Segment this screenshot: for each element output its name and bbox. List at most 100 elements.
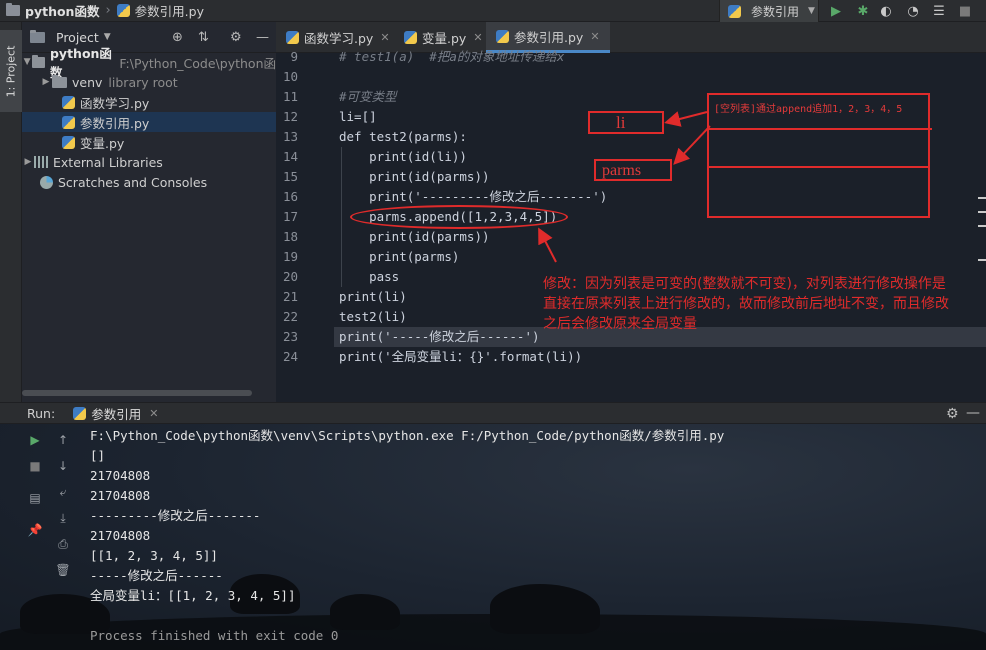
horizontal-scrollbar[interactable] <box>22 390 252 396</box>
tab-label: 函数学习.py <box>304 31 374 46</box>
tree-item-label: External Libraries <box>53 154 163 170</box>
annotation-li-box: li <box>588 111 664 134</box>
gear-icon[interactable]: ⚙ <box>230 30 242 45</box>
annotation-divider <box>707 166 930 168</box>
coverage-icon[interactable]: ◐ <box>878 3 894 19</box>
stop-icon[interactable]: ■ <box>27 458 43 474</box>
run-configuration-select[interactable]: 参数引用 ▼ <box>719 0 819 22</box>
console-output-line: 21704808 <box>90 468 151 483</box>
project-tool-tab-label: 1: Project <box>4 45 18 97</box>
print-icon[interactable]: ⎙ <box>55 536 71 552</box>
debug-icon[interactable]: ✱ <box>855 3 871 19</box>
line-number: 13 <box>282 129 298 144</box>
tree-item-file-selected[interactable]: 参数引用.py <box>22 112 276 132</box>
close-icon[interactable]: ✕ <box>473 31 482 44</box>
annotation-divider <box>707 128 932 130</box>
run-toolbar: ▶ ↑ ■ ↓ ⤶ ▤ ⤓ 📌 ⎙ 🗑 <box>22 424 79 650</box>
folder-icon <box>32 54 45 68</box>
scroll-to-end-icon[interactable]: ⤓ <box>55 510 71 526</box>
chevron-right-icon[interactable]: ▶ <box>22 157 34 167</box>
tree-item-path: F:\Python_Code\python函 <box>119 55 276 71</box>
line-number: 24 <box>282 349 298 364</box>
tree-item-label: 变量.py <box>80 135 125 151</box>
code-line: # test1(a) #把a的对象地址传递给x <box>339 49 565 64</box>
console-output-line: [[1, 2, 3, 4, 5]] <box>90 548 218 563</box>
tree-item-file[interactable]: 变量.py <box>22 132 276 152</box>
tab-label: 变量.py <box>422 31 467 46</box>
line-number: 14 <box>282 149 298 164</box>
line-number: 20 <box>282 269 298 284</box>
code-line: print('---------修改之后-------') <box>339 189 608 204</box>
console-output-line: ---------修改之后------- <box>90 508 261 523</box>
breadcrumb-file[interactable]: 参数引用.py <box>135 1 204 20</box>
rerun-icon[interactable]: ▶ <box>27 432 43 448</box>
line-number: 16 <box>282 189 298 204</box>
tree-item-label: venv <box>72 74 103 90</box>
run-icon[interactable]: ▶ <box>828 3 844 19</box>
console-output-line: 21704808 <box>90 528 151 543</box>
line-number: 11 <box>282 89 298 104</box>
tree-item-scratches[interactable]: Scratches and Consoles <box>22 172 276 192</box>
code-line: print(id(li)) <box>339 149 467 164</box>
line-number: 17 <box>282 209 298 224</box>
folder-icon <box>52 74 67 88</box>
close-icon[interactable]: ✕ <box>149 407 158 420</box>
run-panel-title: Run: <box>27 405 56 421</box>
python-file-icon <box>286 31 299 44</box>
code-line: print(parms) <box>339 249 460 264</box>
breadcrumb-project[interactable]: python函数 <box>25 1 99 20</box>
close-icon[interactable]: ✕ <box>380 31 389 44</box>
console-output-line: [] <box>90 448 106 463</box>
run-tab[interactable]: 参数引用 ✕ <box>73 404 158 423</box>
chevron-down-icon[interactable]: ▼ <box>22 57 32 67</box>
locate-icon[interactable]: ⊕ <box>172 30 183 45</box>
pin-icon[interactable]: 📌 <box>27 522 43 538</box>
scratches-icon <box>40 175 53 189</box>
collapse-all-icon[interactable]: ⇅ <box>198 30 209 45</box>
annotation-ellipse <box>350 205 568 229</box>
annotation-explanation-line: 直接在原来列表上进行修改的，故而修改前后地址不变，而且修改 <box>543 296 949 312</box>
project-tool-tab[interactable]: 1: Project <box>0 30 22 112</box>
tree-item-file[interactable]: 函数学习.py <box>22 92 276 112</box>
scroll-up-icon[interactable]: ↑ <box>55 432 71 448</box>
annotation-memory-box: [空列表]通过append追加1，2，3，4，5 <box>707 93 932 218</box>
console-output-line: -----修改之后------ <box>90 568 223 583</box>
project-panel: Project ▼ ⊕ ⇅ ⚙ — ▼ python函数 F:\Python_C… <box>22 22 276 402</box>
code-line: test2(li) <box>339 309 407 324</box>
restore-layout-icon[interactable]: ▤ <box>27 490 43 506</box>
console-output-line: 全局变量li：[[1, 2, 3, 4, 5]] <box>90 588 296 603</box>
gear-icon[interactable]: ⚙ <box>946 406 959 422</box>
code-line: #可变类型 <box>339 89 397 104</box>
trash-icon[interactable]: 🗑 <box>55 562 71 578</box>
chevron-right-icon[interactable]: ▶ <box>40 77 52 87</box>
line-number: 21 <box>282 289 298 304</box>
profile-icon[interactable]: ◔ <box>905 3 921 19</box>
line-number: 10 <box>282 69 298 84</box>
console-exit-message: Process finished with exit code 0 <box>90 628 339 643</box>
python-file-icon <box>496 29 509 43</box>
tab-label: 参数引用.py <box>514 29 584 45</box>
python-file-icon <box>62 135 75 149</box>
python-file-icon <box>62 95 75 109</box>
background-camel <box>330 594 400 630</box>
tree-item-venv[interactable]: ▶ venv library root <box>22 72 276 92</box>
tree-item-label: 函数学习.py <box>80 95 150 111</box>
run-console: ▶ ↑ ■ ↓ ⤶ ▤ ⤓ 📌 ⎙ 🗑 F:\Python_Code\pytho… <box>0 424 986 650</box>
hide-icon[interactable]: — <box>966 405 980 421</box>
concurrency-icon[interactable]: ☰ <box>931 3 947 19</box>
stop-icon[interactable]: ■ <box>957 3 973 19</box>
annotation-li-label: li <box>616 113 626 132</box>
code-line: li=[] <box>339 109 377 124</box>
scroll-down-icon[interactable]: ↓ <box>55 458 71 474</box>
line-number: 12 <box>282 109 298 124</box>
close-icon[interactable]: ✕ <box>590 30 599 43</box>
line-number: 18 <box>282 229 298 244</box>
tree-item-project-root[interactable]: ▼ python函数 F:\Python_Code\python函 <box>22 46 276 80</box>
hide-icon[interactable]: — <box>256 30 269 45</box>
chevron-down-icon[interactable]: ▼ <box>104 32 111 42</box>
annotation-parms-box: parms <box>594 159 672 181</box>
tree-item-external-libraries[interactable]: ▶ External Libraries <box>22 152 276 172</box>
console-output-line: 21704808 <box>90 488 151 503</box>
soft-wrap-icon[interactable]: ⤶ <box>55 484 71 500</box>
scrollbar-markers[interactable] <box>978 53 986 402</box>
